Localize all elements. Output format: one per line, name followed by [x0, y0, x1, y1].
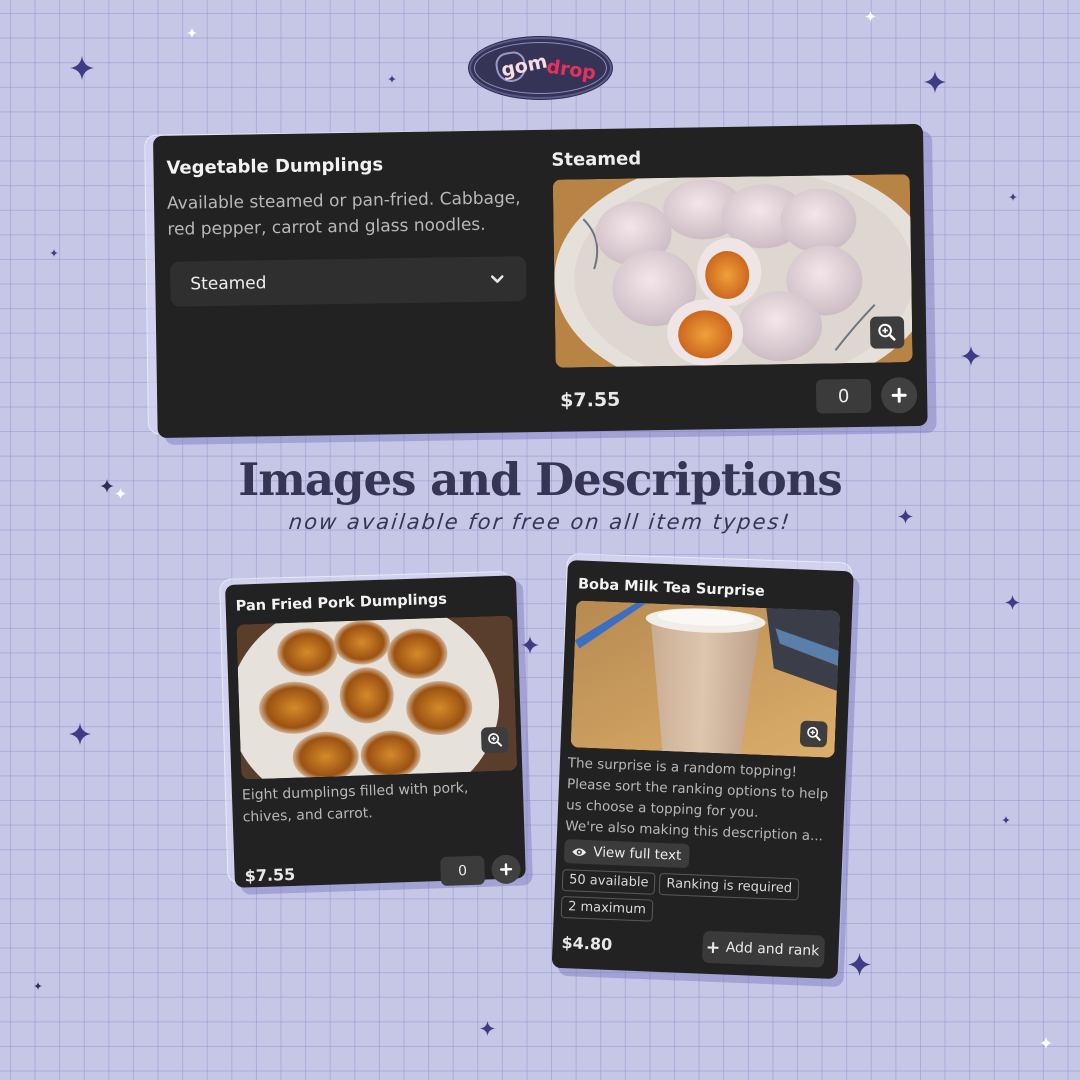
headline-title: Images and Descriptions [238, 453, 843, 506]
item-price: $7.55 [560, 388, 621, 412]
plus-icon [707, 941, 719, 953]
menu-item-card-boba-milk-tea: Boba Milk Tea Surprise The surprise is a… [551, 560, 854, 980]
eye-icon [572, 847, 587, 856]
item-photo[interactable] [552, 174, 913, 368]
menu-item-card-pork-dumplings: Pan Fried Pork Dumplings Eight dumplings… [225, 575, 526, 888]
zoom-in-icon [487, 733, 502, 747]
logo-wordmark: gomdrop [499, 50, 598, 84]
maximum-badge: 2 maximum [560, 896, 654, 922]
sparkle-icon [1002, 816, 1010, 824]
select-value: Steamed [190, 272, 267, 294]
sparkle-icon [848, 953, 871, 976]
view-full-text-button[interactable]: View full text [563, 839, 690, 869]
quantity-input[interactable]: 0 [440, 855, 486, 887]
sparkle-icon [34, 982, 42, 990]
add-quantity-button[interactable] [880, 377, 918, 414]
item-price: $4.80 [561, 933, 613, 955]
sparkle-icon [961, 346, 981, 366]
chevron-down-icon [490, 270, 504, 290]
item-title: Pan Fried Pork Dumplings [235, 591, 448, 615]
option-label: Steamed [551, 148, 642, 171]
add-and-rank-button[interactable]: Add and rank [701, 930, 826, 968]
item-photo[interactable] [236, 615, 518, 780]
sparkle-icon [1009, 193, 1017, 201]
plus-icon [499, 863, 513, 876]
menu-item-card-vegetable-dumplings: Vegetable Dumplings Available steamed or… [153, 123, 928, 438]
headline-subtitle: now available for free on all item types… [287, 510, 793, 534]
item-title: Boba Milk Tea Surprise [577, 576, 766, 600]
sparkle-icon [865, 11, 876, 22]
zoom-image-button[interactable] [799, 720, 828, 748]
gomdrop-logo: gomdrop [469, 37, 612, 99]
sparkle-icon [924, 71, 946, 93]
sparkle-icon [480, 1021, 495, 1036]
sparkle-icon [50, 249, 58, 257]
add-and-rank-label: Add and rank [725, 939, 820, 960]
sparkle-icon [187, 28, 197, 38]
description-line: The surprise is a random topping! Please… [565, 755, 829, 821]
sparkle-icon [1005, 595, 1020, 610]
option-select[interactable]: Steamed [169, 256, 527, 307]
logo-word-gom: gom [499, 50, 550, 82]
item-price: $7.55 [244, 864, 296, 886]
availability-badge: 50 available [561, 869, 656, 895]
item-photo[interactable] [570, 600, 841, 758]
zoom-in-icon [878, 323, 896, 341]
item-title: Vegetable Dumplings [166, 154, 384, 179]
item-description: Available steamed or pan-fried. Cabbage,… [166, 188, 521, 240]
item-description: The surprise is a random topping! Please… [565, 753, 843, 848]
ranking-required-badge: Ranking is required [658, 872, 800, 901]
plus-icon [891, 387, 907, 403]
sparkle-icon [388, 75, 396, 83]
zoom-image-button[interactable] [480, 726, 509, 754]
sparkle-icon [70, 56, 94, 80]
sparkle-icon [1040, 1037, 1052, 1049]
zoom-image-button[interactable] [869, 316, 905, 349]
item-description: Eight dumplings filled with pork, chives… [241, 780, 469, 826]
view-full-text-label: View full text [592, 844, 682, 864]
item-badges: 50 available Ranking is required 2 maxim… [560, 869, 803, 928]
quantity-input[interactable]: 0 [815, 378, 872, 414]
sparkle-icon [69, 723, 91, 745]
zoom-in-icon [806, 726, 821, 741]
